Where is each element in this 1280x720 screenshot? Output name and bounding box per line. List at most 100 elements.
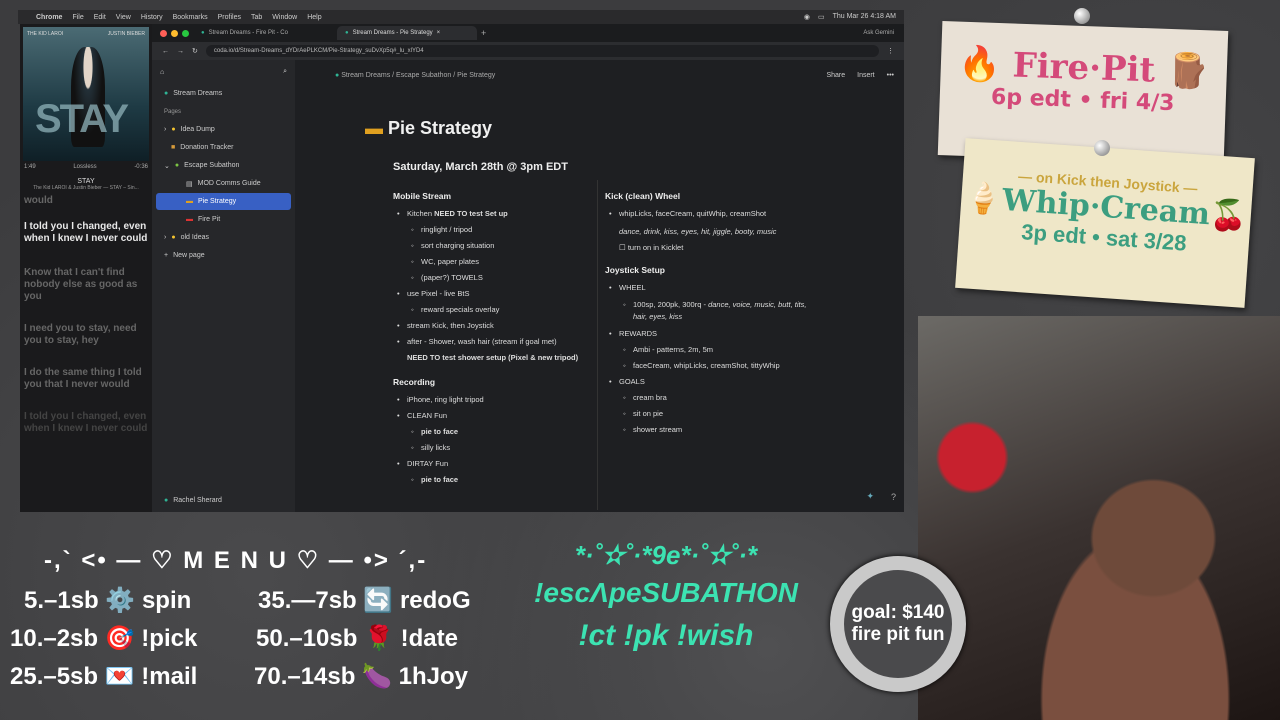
track-progress[interactable]: 1:49 Lossless -0:36 bbox=[20, 164, 152, 170]
mac-menubar: Chrome File Edit View History Bookmarks … bbox=[18, 10, 904, 24]
album-title-text: STAY bbox=[35, 97, 129, 141]
crumb-section[interactable]: Escape Subathon bbox=[396, 72, 451, 79]
list-item[interactable]: 100sp, 200pk, 300rq - dance, voice, musi… bbox=[605, 299, 815, 323]
list-item[interactable]: DIRTAY Fun bbox=[393, 456, 593, 472]
list-item[interactable]: dance, drink, kiss, eyes, hit, jiggle, b… bbox=[605, 224, 815, 240]
menu-history[interactable]: History bbox=[141, 14, 163, 21]
menu-view[interactable]: View bbox=[116, 14, 131, 21]
heading-mobile: Mobile Stream bbox=[393, 191, 452, 201]
list-item[interactable]: after - Shower, wash hair (stream if goa… bbox=[393, 334, 593, 350]
list-item[interactable]: REWARDS bbox=[605, 326, 815, 342]
wifi-icon[interactable]: ◉ bbox=[804, 13, 810, 21]
more-icon[interactable]: ••• bbox=[887, 72, 894, 79]
menu-item: 10.–2sb 🎯 !pick bbox=[10, 625, 198, 652]
lyric-line: I need you to stay, need you to stay, he… bbox=[24, 323, 137, 346]
doc-title[interactable]: ● Stream Dreams bbox=[156, 85, 291, 102]
list-item[interactable]: sort charging situation bbox=[393, 238, 593, 254]
reload-icon[interactable]: ↻ bbox=[192, 47, 198, 55]
list-item[interactable]: whipLicks, faceCream, quitWhip, creamSho… bbox=[605, 206, 815, 222]
webcam-feed bbox=[918, 316, 1280, 720]
list-item[interactable]: cream bra bbox=[605, 390, 815, 406]
lyric-line: would bbox=[24, 195, 53, 206]
extensions-icon[interactable]: ⋮ bbox=[887, 47, 894, 55]
menu-tab[interactable]: Tab bbox=[251, 14, 262, 21]
whipcream-card: — on Kick then Joystick — 🍦Whip·Cream🍒 3… bbox=[955, 138, 1255, 308]
help-icon[interactable]: ? bbox=[891, 492, 896, 502]
clock[interactable]: Thu Mar 26 4:18 AM bbox=[833, 13, 896, 21]
new-page-button[interactable]: + New page bbox=[156, 247, 291, 264]
banner-command: !escΛpeSUBATHON bbox=[534, 577, 798, 608]
menu-file[interactable]: File bbox=[72, 14, 83, 21]
list-item[interactable]: use Pixel - live BtS bbox=[393, 286, 593, 302]
list-item[interactable]: WHEEL bbox=[605, 280, 815, 296]
list-item[interactable]: WC, paper plates bbox=[393, 254, 593, 270]
list-item[interactable]: ringlight / tripod bbox=[393, 222, 593, 238]
search-icon[interactable]: ⌕ bbox=[283, 68, 287, 76]
insert-button[interactable]: Insert bbox=[857, 72, 875, 79]
menu-window[interactable]: Window bbox=[272, 14, 297, 21]
avatar: ● bbox=[164, 497, 169, 504]
pushpin-icon bbox=[1074, 8, 1090, 24]
tab-pie-strategy[interactable]: ● Stream Dreams - Pie Strategy × bbox=[337, 26, 477, 40]
sidebar-item-idea-dump[interactable]: › ● Idea Dump bbox=[156, 121, 291, 138]
url-input[interactable]: coda.io/d/Stream-Dreams_dYDrAePLKCM/Pie-… bbox=[205, 45, 879, 57]
tab-fire-pit[interactable]: ● Stream Dreams - Fire Pit - Co bbox=[193, 26, 333, 40]
quality-badge: Lossless bbox=[73, 164, 97, 170]
list-item[interactable]: iPhone, ring light tripod bbox=[393, 392, 593, 408]
list-item[interactable]: Ambi - patterns, 2m, 5m bbox=[605, 342, 815, 358]
flag-icon: ▬ bbox=[186, 198, 193, 205]
list-item[interactable]: pie to face bbox=[393, 424, 593, 440]
sidebar-item-fire-pit[interactable]: ▬ Fire Pit bbox=[156, 211, 291, 228]
new-tab-icon[interactable]: + bbox=[481, 28, 486, 38]
list-item[interactable]: faceCream, whipLicks, creamShot, tittyWh… bbox=[605, 358, 815, 374]
menu-help[interactable]: Help bbox=[307, 14, 321, 21]
list-item[interactable]: silly licks bbox=[393, 440, 593, 456]
doc-toolbar: Share Insert ••• bbox=[826, 72, 894, 79]
list-item[interactable]: GOALS bbox=[605, 374, 815, 390]
list-item[interactable]: pie to face bbox=[393, 472, 593, 488]
pages-label: Pages bbox=[164, 108, 182, 115]
menu-bookmarks[interactable]: Bookmarks bbox=[173, 14, 208, 21]
list-item[interactable]: CLEAN Fun bbox=[393, 408, 593, 424]
ai-assist-icon[interactable]: ✦ bbox=[866, 491, 874, 502]
crumb-page[interactable]: Pie Strategy bbox=[457, 72, 495, 79]
menu-edit[interactable]: Edit bbox=[94, 14, 106, 21]
sidebar-item-mod-comms[interactable]: ▤ MOD Comms Guide bbox=[156, 175, 291, 192]
checkbox[interactable]: ☐ bbox=[619, 243, 626, 252]
right-column: Kick (clean) Wheel whipLicks, faceCream,… bbox=[605, 184, 815, 438]
menu-item: 35.—7sb 🔄 redoG bbox=[258, 587, 471, 614]
user-profile[interactable]: ● Rachel Sherard bbox=[156, 492, 222, 509]
battery-icon[interactable]: ▭ bbox=[818, 13, 825, 21]
close-window-icon[interactable] bbox=[160, 29, 167, 37]
heading-recording: Recording bbox=[393, 377, 436, 387]
list-item[interactable]: reward specials overlay bbox=[393, 302, 593, 318]
menu-chrome[interactable]: Chrome bbox=[36, 14, 62, 21]
list-item[interactable]: (paper?) TOWELS bbox=[393, 270, 593, 286]
pie-icon: ▬ bbox=[365, 118, 383, 138]
list-item[interactable]: sit on pie bbox=[605, 406, 815, 422]
ask-gemini-button[interactable]: Ask Gemini bbox=[863, 30, 894, 36]
home-icon[interactable]: ⌂ bbox=[160, 69, 164, 76]
lyric-line: I do the same thing I told you that I ne… bbox=[24, 367, 142, 390]
sidebar-item-donation-tracker[interactable]: ■ Donation Tracker bbox=[156, 139, 291, 156]
menu-profiles[interactable]: Profiles bbox=[218, 14, 241, 21]
doc-content: ● Stream Dreams / Escape Subathon / Pie … bbox=[295, 60, 904, 512]
list-item[interactable]: NEED TO test shower setup (Pixel & new t… bbox=[393, 352, 593, 364]
crumb-doc[interactable]: Stream Dreams bbox=[341, 72, 390, 79]
share-button[interactable]: Share bbox=[826, 72, 845, 79]
list-item[interactable]: shower stream bbox=[605, 422, 815, 438]
forward-icon[interactable]: → bbox=[177, 48, 184, 55]
sidebar-item-old-ideas[interactable]: › ● old Ideas bbox=[156, 229, 291, 246]
list-item[interactable]: stream Kick, then Joystick bbox=[393, 318, 593, 334]
back-icon[interactable]: ← bbox=[162, 48, 169, 55]
ice-cream-icon: 🍦 bbox=[963, 180, 1004, 218]
list-item[interactable]: Kitchen NEED TO test Set up bbox=[393, 206, 593, 222]
close-tab-icon[interactable]: × bbox=[437, 30, 441, 36]
minimize-window-icon[interactable] bbox=[171, 29, 178, 37]
zoom-window-icon[interactable] bbox=[182, 29, 189, 37]
sidebar-item-pie-strategy[interactable]: ▬ Pie Strategy bbox=[156, 193, 291, 210]
cherry-icon: 🍒 bbox=[1208, 197, 1249, 235]
plus-icon: + bbox=[164, 252, 169, 259]
checklist-item[interactable]: ☐ turn on in Kicklet bbox=[605, 240, 815, 256]
sidebar-item-escape-subathon[interactable]: ⌄ ● Escape Subathon bbox=[156, 157, 291, 174]
